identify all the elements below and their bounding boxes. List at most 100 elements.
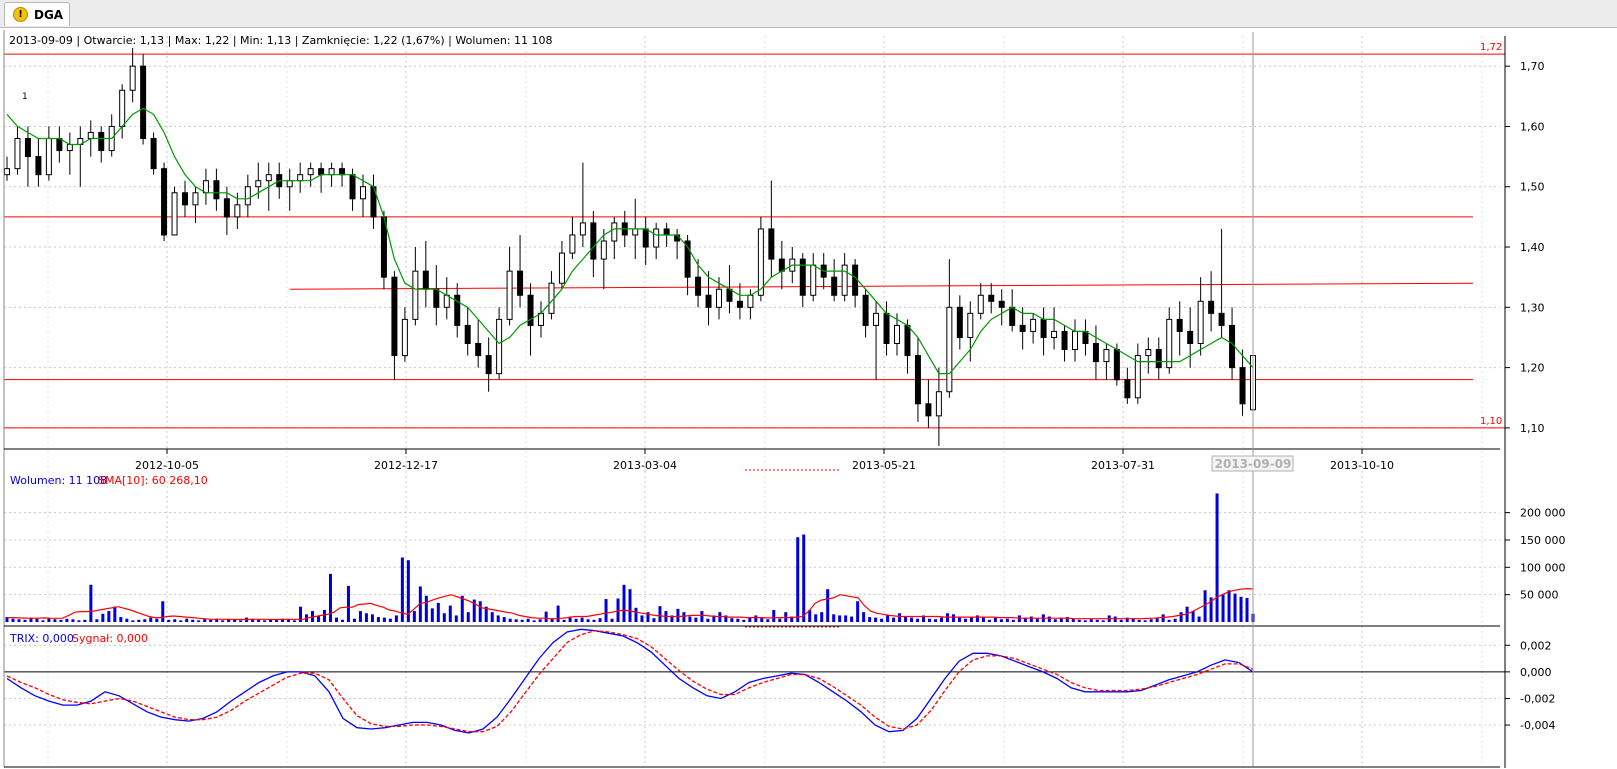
candle-body (234, 204, 241, 218)
volume-bar (940, 617, 943, 622)
volume-bar (239, 620, 243, 622)
date-label: 2013-07-31 (1091, 459, 1155, 472)
candle-body (988, 294, 995, 302)
candle-body (558, 252, 565, 284)
candle-body (307, 168, 314, 176)
volume-bar (352, 618, 356, 622)
volume-bar (1173, 618, 1177, 622)
volume-bar (700, 611, 704, 622)
volume-bar (520, 619, 524, 622)
volume-bar (951, 614, 955, 622)
volume-bar (706, 618, 710, 622)
volume-bar (71, 619, 75, 622)
volume-bar (652, 618, 656, 622)
volume-bar (604, 599, 608, 622)
volume-bar (928, 618, 932, 622)
volume-bar (496, 615, 500, 622)
volume-bar (688, 616, 692, 622)
volume-bar (874, 617, 878, 622)
volume-bar (460, 595, 464, 622)
candle-body (140, 65, 147, 140)
candle-body (464, 324, 471, 345)
sma-legend: SMA[10]: 60 268,10 (98, 474, 208, 487)
volume-bar (388, 618, 392, 622)
tab-dga[interactable]: ! DGA (4, 2, 70, 26)
volume-bar (454, 615, 458, 622)
candle-body (66, 144, 73, 152)
volume-bar (1245, 597, 1249, 622)
volume-bar (1221, 594, 1225, 622)
volume-bar (376, 617, 380, 622)
candle-body (45, 138, 52, 176)
volume-bar (682, 612, 686, 622)
volume-bar (1167, 619, 1171, 622)
candle-body (182, 192, 188, 206)
volume-bar (628, 589, 632, 622)
volume-bar (59, 619, 63, 622)
volume-bar (1029, 616, 1033, 622)
volume-bar (358, 611, 362, 622)
candle-body (255, 180, 262, 188)
volume-bar (694, 617, 698, 622)
volume-bar (508, 618, 512, 622)
candle-body (202, 180, 209, 194)
candle-body (653, 228, 660, 248)
volume-bar (35, 618, 39, 622)
volume-bar (1227, 590, 1231, 622)
volume-bar (346, 585, 350, 622)
candle-body (349, 174, 356, 200)
volume-bar (814, 614, 818, 622)
candle-marker: 1 (22, 92, 28, 102)
volume-bar (904, 616, 908, 622)
candle-body (4, 168, 10, 176)
volume-bar (424, 595, 428, 622)
volume-bar (1233, 593, 1237, 622)
tab-label: DGA (34, 8, 64, 22)
volume-tick-label: 100 000 (1520, 561, 1566, 574)
volume-bar (83, 619, 87, 622)
candle-body (265, 174, 272, 182)
candle-body (318, 168, 325, 176)
candle-body (590, 222, 597, 260)
candle-body (946, 306, 953, 393)
chart-area: 1,72 1,10 1 Wolumen: 11 108SMA[10]: 60 268… (0, 28, 1617, 769)
candle-body (778, 258, 785, 272)
trix-tick-label: 0,002 (1520, 639, 1552, 652)
volume-bar (137, 619, 141, 622)
volume-bar (856, 601, 860, 622)
volume-bar (556, 605, 560, 622)
volume-bar (263, 620, 267, 622)
candle-body (192, 192, 199, 206)
volume-bar (77, 620, 81, 622)
volume-bar (838, 615, 842, 622)
volume-tick-label: 200 000 (1520, 507, 1566, 520)
info-bar: 2013-09-09 | Otwarcie: 1,13 | Max: 1,22 … (9, 34, 553, 47)
volume-bar (125, 618, 129, 622)
candle-body (297, 174, 304, 182)
volume-bar (197, 620, 201, 622)
volume-bar (910, 617, 914, 622)
volume-bar (203, 619, 207, 622)
volume-bar (1053, 619, 1057, 622)
volume-bar (107, 611, 111, 622)
candle-body (894, 324, 900, 345)
price-tick-label: 1,30 (1520, 301, 1545, 314)
candle-body (1197, 300, 1204, 345)
volume-bar (143, 619, 147, 622)
candle-body (1019, 324, 1026, 332)
candle-body (1239, 367, 1246, 405)
volume-bar (772, 609, 776, 622)
candle-body (935, 391, 942, 417)
price-tick-label: 1,40 (1520, 241, 1545, 254)
volume-legend: Wolumen: 11 108 (10, 474, 107, 487)
volume-bar (1011, 619, 1015, 622)
candle-body (1218, 312, 1225, 326)
volume-bar (778, 618, 782, 622)
volume-bar (65, 618, 69, 622)
candle-body (506, 270, 513, 320)
volume-bar (119, 617, 123, 622)
candle-body (747, 294, 754, 308)
candle-body (433, 288, 440, 308)
candle-body (579, 222, 586, 236)
volume-bar (221, 620, 225, 622)
